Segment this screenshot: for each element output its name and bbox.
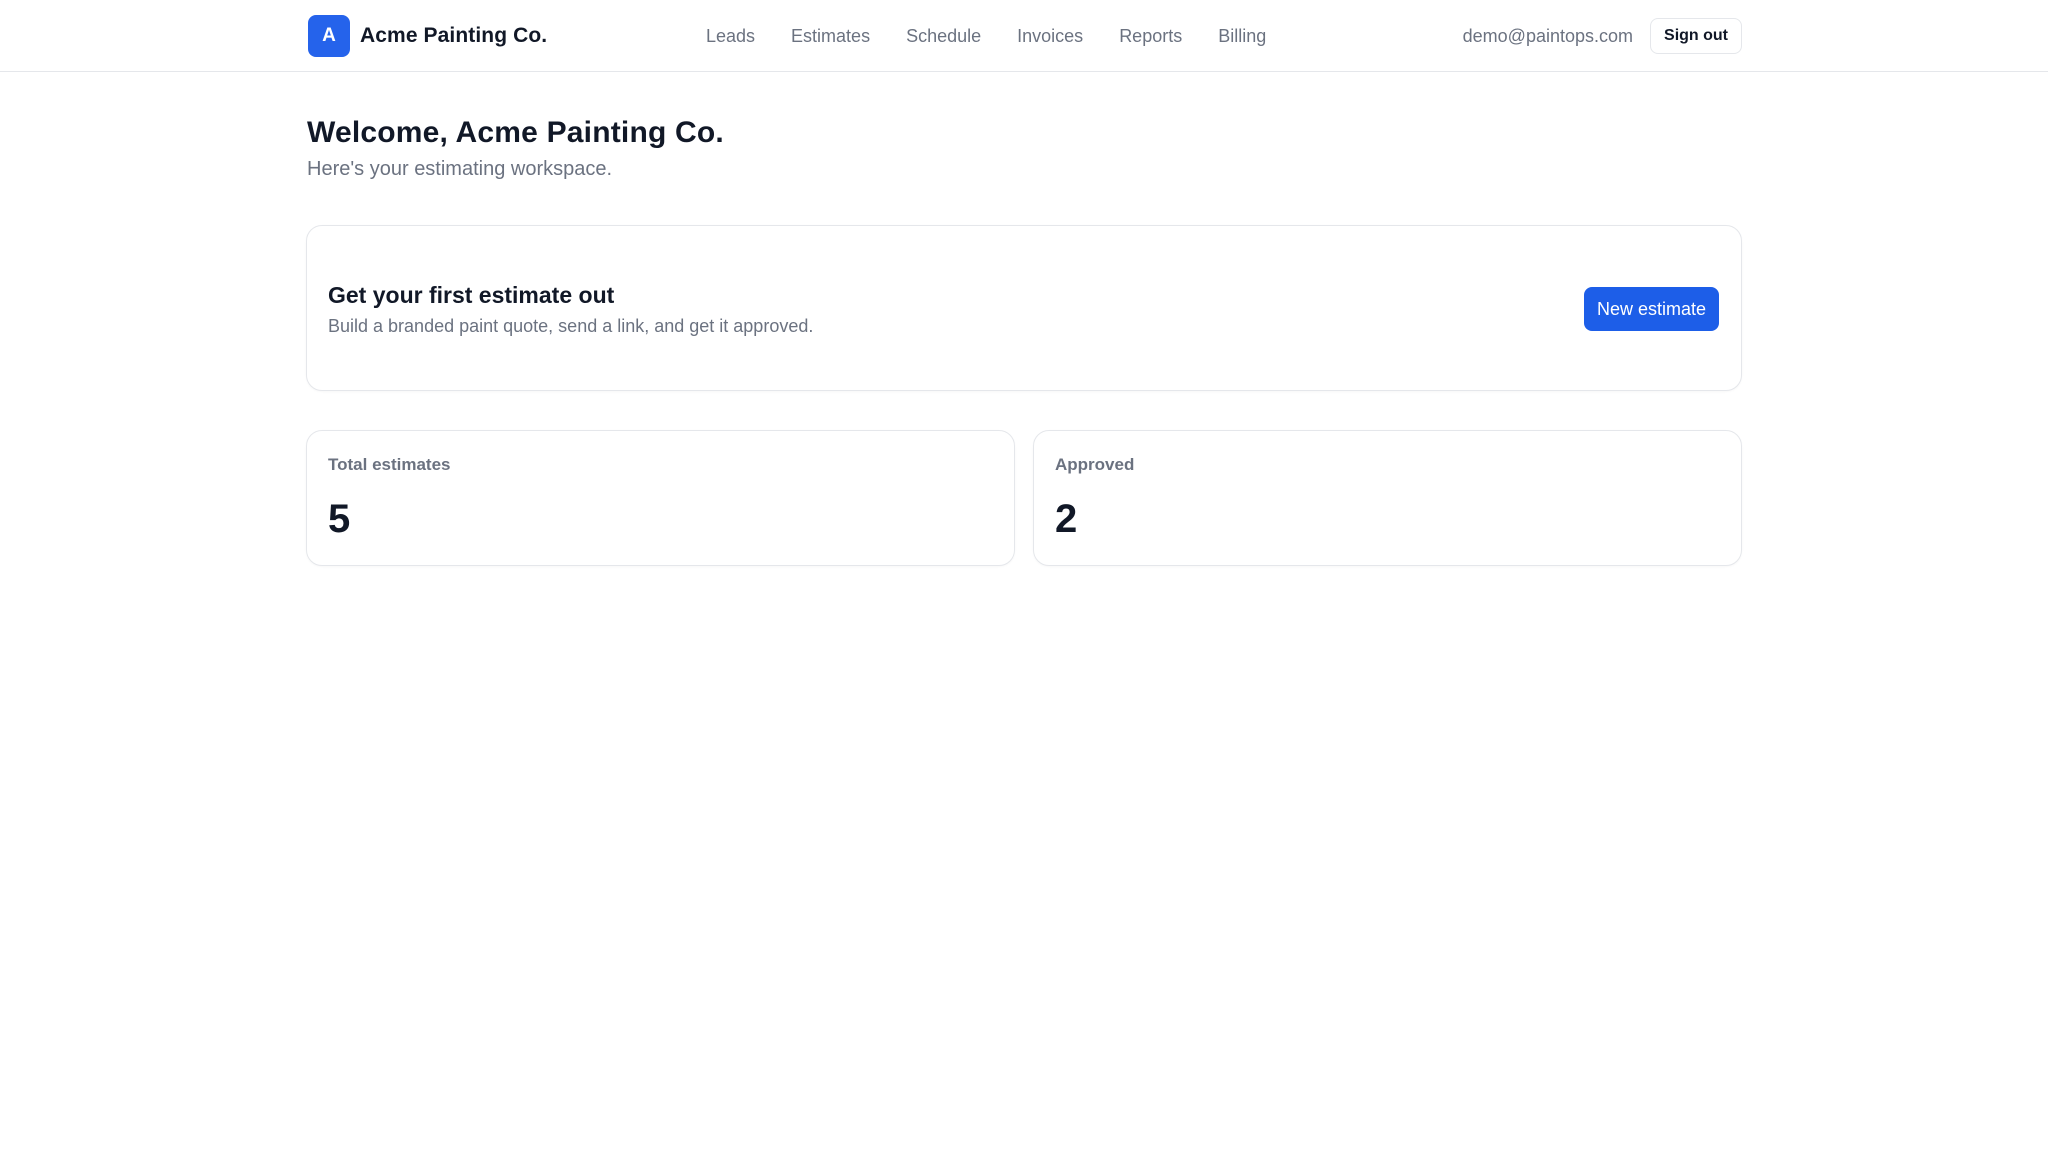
sign-out-button[interactable]: Sign out	[1650, 18, 1742, 54]
nav-item-invoices[interactable]: Invoices	[1017, 26, 1083, 47]
new-estimate-button[interactable]: New estimate	[1583, 287, 1719, 331]
page-subtitle: Here's your estimating workspace.	[307, 158, 613, 180]
first-estimate-card: Get your first estimate out Build a bran…	[306, 225, 1742, 391]
stat-card-approved: Approved 2	[1033, 430, 1742, 566]
nav-item-leads[interactable]: Leads	[706, 26, 755, 47]
top-navigation-bar: A Acme Painting Co. Leads Estimates Sche…	[0, 0, 2048, 72]
stat-label: Total estimates	[328, 455, 451, 474]
stat-value: 2	[1055, 497, 1078, 541]
stat-label: Approved	[1055, 455, 1135, 474]
stat-card-total-estimates: Total estimates 5	[306, 430, 1015, 566]
nav-item-reports[interactable]: Reports	[1119, 26, 1182, 47]
main-nav: Leads Estimates Schedule Invoices Report…	[706, 24, 1266, 48]
promo-description: Build a branded paint quote, send a link…	[328, 316, 814, 336]
brand-name: Acme Painting Co.	[360, 24, 548, 47]
page-title: Welcome, Acme Painting Co.	[307, 116, 724, 149]
nav-item-schedule[interactable]: Schedule	[906, 26, 981, 47]
stat-value: 5	[328, 497, 351, 541]
promo-title: Get your first estimate out	[328, 282, 615, 308]
nav-item-billing[interactable]: Billing	[1218, 26, 1266, 47]
nav-item-estimates[interactable]: Estimates	[791, 26, 870, 47]
account-email: demo@paintops.com	[1462, 25, 1634, 46]
account-area: demo@paintops.com Sign out	[1463, 18, 1742, 54]
brand-logo: A	[308, 15, 350, 57]
brand[interactable]: A Acme Painting Co.	[308, 15, 547, 57]
